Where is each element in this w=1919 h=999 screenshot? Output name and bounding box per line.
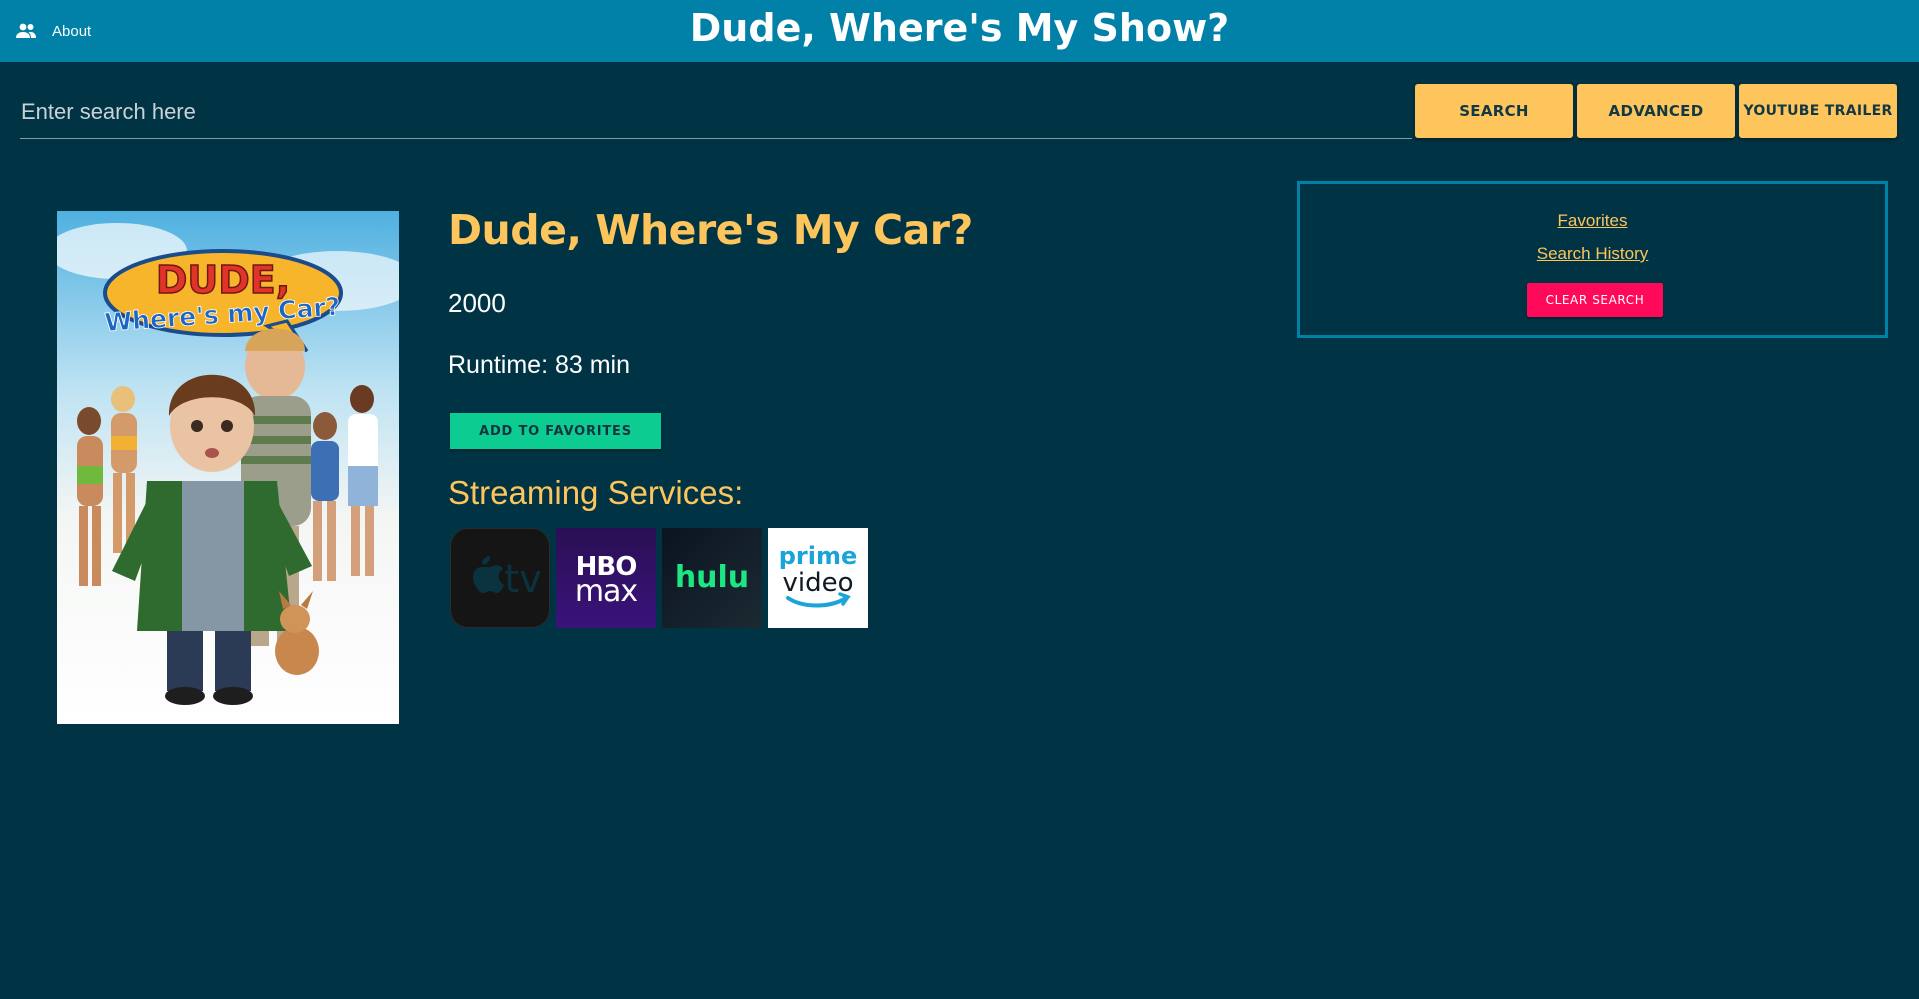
poster-artwork: DUDE, Where's my Car? xyxy=(57,211,399,724)
apple-tv-logo-text: tv xyxy=(504,557,541,601)
poster-logo-title: DUDE, xyxy=(156,258,290,302)
prime-video-icon[interactable]: prime video xyxy=(768,528,868,628)
movie-year: 2000 xyxy=(448,288,506,318)
search-input[interactable] xyxy=(20,86,1412,139)
site-title: Dude, Where's My Show? xyxy=(689,6,1230,50)
prime-logo-text: prime xyxy=(779,542,858,570)
top-app-bar: About Dude, Where's My Show? xyxy=(0,0,1919,62)
streaming-services-list: tv HBO max hulu prime video xyxy=(450,528,868,628)
movie-poster: DUDE, Where's my Car? xyxy=(57,211,399,724)
advanced-button[interactable]: ADVANCED xyxy=(1577,84,1735,138)
hbo-max-icon[interactable]: HBO max xyxy=(556,528,656,628)
saved-panel: Favorites Search History CLEAR SEARCH xyxy=(1297,181,1888,338)
clear-search-button[interactable]: CLEAR SEARCH xyxy=(1527,283,1663,317)
search-history-link[interactable]: Search History xyxy=(1300,244,1885,264)
favorites-link[interactable]: Favorites xyxy=(1300,211,1885,231)
max-logo-text: max xyxy=(575,574,638,609)
add-to-favorites-button[interactable]: ADD TO FAVORITES xyxy=(450,413,661,449)
apple-tv-icon[interactable]: tv xyxy=(450,528,550,628)
hulu-icon[interactable]: hulu xyxy=(662,528,762,628)
hulu-logo-text: hulu xyxy=(675,560,749,595)
search-button[interactable]: SEARCH xyxy=(1415,84,1573,138)
youtube-trailer-button[interactable]: YOUTUBE TRAILER xyxy=(1739,84,1897,138)
streaming-services-heading: Streaming Services: xyxy=(448,474,744,511)
movie-runtime: Runtime: 83 min xyxy=(448,351,631,379)
movie-title: Dude, Where's My Car? xyxy=(448,206,973,254)
